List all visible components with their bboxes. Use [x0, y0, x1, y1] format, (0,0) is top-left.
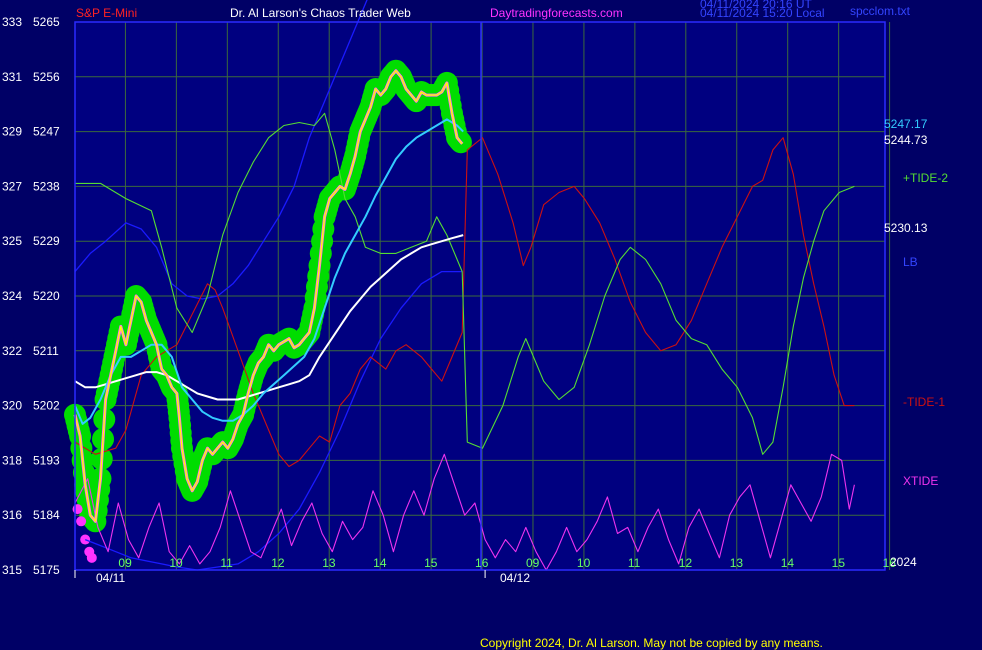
y-tick-price: 5247: [33, 125, 60, 139]
y-tick-left: 316: [2, 508, 22, 522]
y-tick-left: 324: [2, 289, 22, 303]
price-chart: S&P E-Mini Dr. Al Larson's Chaos Trader …: [2, 0, 948, 650]
x-tick-label: 14: [781, 556, 795, 570]
start-dot: [80, 534, 91, 545]
year-label: 2024: [890, 555, 917, 569]
x-tick-label: 11: [220, 556, 233, 570]
y-tick-price: 5184: [33, 508, 60, 522]
y-tick-price: 5211: [33, 344, 59, 358]
x-tick-label: 11: [628, 556, 641, 570]
y-tick-price: 5229: [33, 234, 60, 248]
y-tick-left: 331: [2, 70, 22, 84]
legend-xtide: XTIDE: [903, 474, 938, 488]
value-label-cyan: 5247.17: [884, 117, 928, 131]
timestamp-local: 04/11/2024 15:20 Local: [700, 6, 825, 20]
x-tick-label: 16: [475, 556, 489, 570]
value-label-white: 5230.13: [884, 221, 928, 235]
y-tick-left: 318: [2, 453, 22, 467]
x-tick-label: 15: [832, 556, 846, 570]
x-tick-label: 12: [679, 556, 693, 570]
y-tick-price: 5238: [33, 179, 60, 193]
start-dot: [86, 552, 97, 563]
legend-tide-plus: +TIDE-2: [903, 171, 948, 185]
legend-tide-minus: -TIDE-1: [903, 395, 945, 409]
copyright-text: Copyright 2024, Dr. Al Larson. May not b…: [480, 636, 823, 650]
value-label-price: 5244.73: [884, 133, 928, 147]
y-tick-price: 5175: [33, 563, 60, 577]
y-tick-price: 5256: [33, 70, 60, 84]
x-tick-label: 12: [271, 556, 285, 570]
x-tick-label: 15: [424, 556, 438, 570]
y-tick-left: 320: [2, 399, 22, 413]
y-tick-price: 5265: [33, 15, 60, 29]
x-tick-label: 13: [730, 556, 744, 570]
y-tick-price: 5202: [33, 399, 60, 413]
x-tick-label: 10: [169, 556, 183, 570]
legend-lb: LB: [903, 255, 918, 269]
x-tick-label: 13: [322, 556, 336, 570]
x-tick-label: 14: [373, 556, 387, 570]
y-tick-price: 5220: [33, 289, 60, 303]
x-tick-label: 10: [577, 556, 591, 570]
site-title: Dr. Al Larson's Chaos Trader Web: [230, 6, 411, 20]
date-label-2: 04/12: [500, 571, 530, 585]
start-dot: [76, 516, 87, 527]
y-tick-left: 327: [2, 179, 22, 193]
y-tick-left: 322: [2, 344, 22, 358]
x-tick-label: 09: [526, 556, 540, 570]
instrument-label: S&P E-Mini: [76, 6, 137, 20]
y-tick-left: 315: [2, 563, 22, 577]
y-tick-left: 325: [2, 234, 22, 248]
x-tick-label: 09: [118, 556, 132, 570]
date-label-1: 04/11: [96, 571, 125, 585]
y-tick-left: 329: [2, 125, 22, 139]
y-tick-left: 333: [2, 15, 22, 29]
spec-file-label: spcclom.txt: [850, 4, 911, 18]
start-dot: [72, 504, 83, 515]
site-url-link[interactable]: Daytradingforecasts.com: [490, 6, 623, 20]
y-tick-price: 5193: [33, 453, 60, 467]
